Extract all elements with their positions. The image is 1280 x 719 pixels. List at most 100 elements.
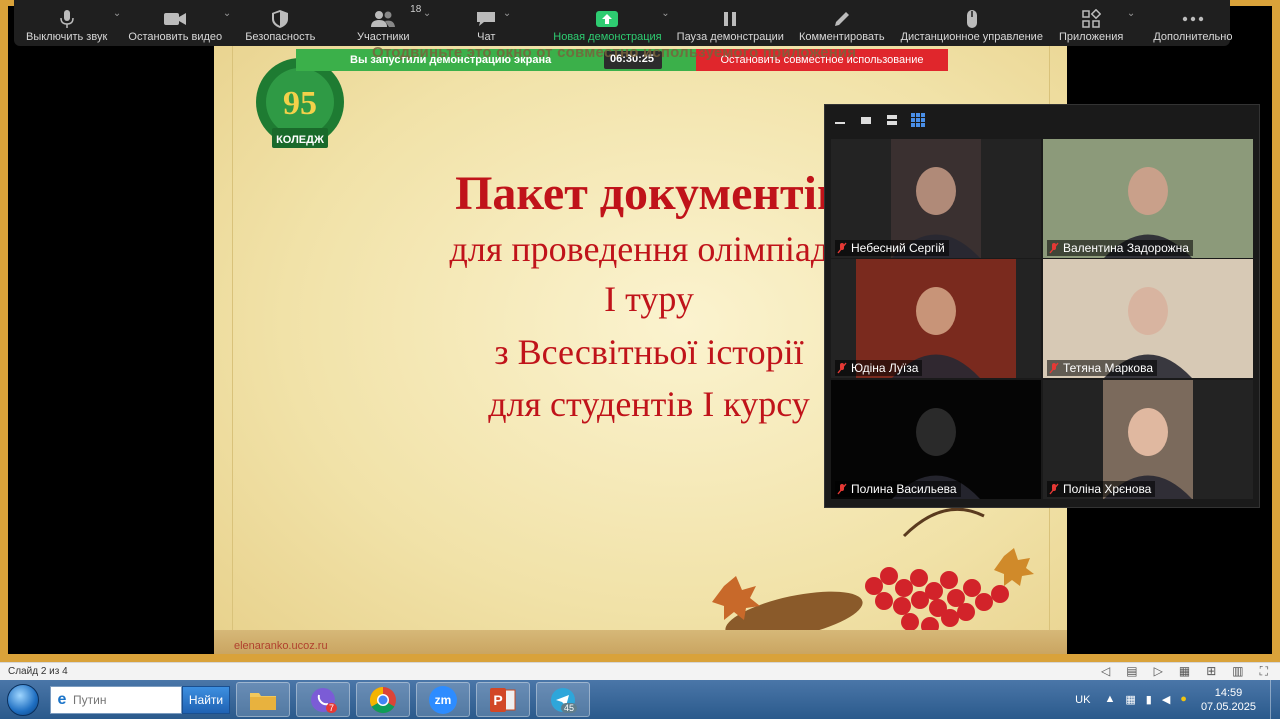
stop-video-label: Остановить видео — [128, 31, 223, 43]
annotate-button[interactable]: Комментировать — [799, 0, 885, 46]
slideshow-icon[interactable]: ⛶ — [1260, 664, 1268, 679]
security-label: Безопасность — [245, 31, 316, 43]
clock-time: 14:59 — [1214, 686, 1243, 699]
strip-view-icon[interactable] — [885, 114, 899, 126]
participants-options-icon[interactable]: ⌄ — [423, 8, 431, 19]
zoom-meeting-toolbar: Выключить звук ⌄ Остановить видео ⌄ Безо… — [14, 0, 1232, 46]
search-input[interactable] — [73, 692, 177, 707]
notification-icon[interactable]: ● — [1180, 693, 1187, 706]
new-share-label: Новая демонстрация — [553, 31, 662, 43]
chrome-app[interactable] — [356, 682, 410, 717]
annotate-label: Комментировать — [798, 31, 885, 43]
participant-name-label: Валентина Задорожна — [1047, 240, 1193, 256]
participant-tile[interactable]: Тетяна Маркова — [1043, 259, 1253, 378]
more-label: Дополнительно — [1153, 31, 1233, 43]
show-hidden-icons-icon[interactable]: ▲ — [1104, 693, 1115, 706]
slide-url: elenaranko.ucoz.ru — [234, 640, 328, 652]
participant-tile[interactable]: Поліна Хрєнова — [1043, 380, 1253, 499]
telegram-app[interactable]: 45 — [536, 682, 590, 717]
gallery-controls — [825, 105, 1259, 135]
clock[interactable]: 14:59 07.05.2025 — [1201, 686, 1256, 714]
apps-options-icon[interactable]: ⌄ — [1127, 8, 1135, 19]
file-explorer-app[interactable] — [236, 682, 290, 717]
chat-label: Чат — [477, 31, 496, 43]
participant-tile[interactable]: Юдіна Луїза — [831, 259, 1041, 378]
system-tray: UK ▲ ▦ ▮ ◀ ● 14:59 07.05.2025 — [1075, 680, 1280, 719]
view-buttons: ◁ ▤ ▷ ▦ ⊞ ▥ ⛶ — [1101, 664, 1268, 679]
prev-slide-icon[interactable]: ◁ — [1101, 664, 1110, 679]
pause-share-label: Пауза демонстрации — [676, 31, 784, 43]
participant-name: Небесний Сергій — [851, 241, 945, 255]
more-button[interactable]: Дополнительно — [1153, 0, 1232, 46]
viber-app[interactable]: 7 — [296, 682, 350, 717]
volume-icon[interactable]: ◀ — [1162, 693, 1170, 706]
speaker-view-icon[interactable] — [859, 114, 873, 126]
mute-options-icon[interactable]: ⌄ — [113, 8, 121, 19]
chrome-icon — [369, 686, 396, 713]
telegram-badge: 45 — [560, 703, 577, 713]
svg-text:P: P — [493, 692, 502, 708]
participant-name: Тетяна Маркова — [1063, 361, 1154, 375]
apps-button[interactable]: Приложения ⌄ — [1059, 0, 1135, 46]
slide-sorter-icon[interactable]: ⊞ — [1206, 664, 1216, 679]
reading-view-icon[interactable]: ▥ — [1232, 664, 1243, 679]
participant-name: Юдіна Луїза — [851, 361, 919, 375]
powerpoint-status-bar: Слайд 2 из 4 ◁ ▤ ▷ ▦ ⊞ ▥ ⛶ — [0, 662, 1280, 680]
notes-icon[interactable]: ▤ — [1126, 664, 1137, 679]
participant-name-label: Небесний Сергій — [835, 240, 949, 256]
normal-view-icon[interactable]: ▦ — [1179, 664, 1190, 679]
signal-icon[interactable]: ▮ — [1146, 693, 1152, 706]
muted-mic-icon — [1049, 242, 1059, 254]
show-desktop-button[interactable] — [1270, 680, 1280, 719]
pause-share-button[interactable]: Пауза демонстрации — [677, 0, 784, 46]
screen: 95 КОЛЕДЖ Пакет документів для проведенн… — [0, 0, 1280, 719]
chat-options-icon[interactable]: ⌄ — [503, 8, 511, 19]
participant-tile[interactable]: Полина Васильева — [831, 380, 1041, 499]
microphone-icon — [59, 7, 74, 31]
language-indicator[interactable]: UK — [1075, 694, 1090, 706]
slide-number: Слайд 2 из 4 — [8, 666, 68, 677]
chat-bubble-icon — [475, 7, 497, 31]
powerpoint-icon: P — [490, 687, 516, 712]
more-dots-icon — [1182, 7, 1204, 31]
participants-count: 18 — [410, 4, 422, 15]
tray-icons: ▲ ▦ ▮ ◀ ● — [1104, 693, 1186, 706]
participants-button[interactable]: Участники 18 ⌄ — [356, 0, 431, 46]
muted-mic-icon — [1049, 362, 1059, 374]
muted-mic-icon — [1049, 483, 1059, 495]
start-button[interactable] — [0, 680, 46, 719]
slide-bottom-strip — [214, 630, 1067, 662]
remote-control-label: Дистанционное управление — [900, 31, 1043, 43]
minimize-icon[interactable] — [833, 114, 847, 126]
security-button[interactable]: Безопасность — [245, 0, 315, 46]
gallery-view-icon[interactable] — [911, 113, 925, 127]
viber-badge: 7 — [325, 703, 337, 713]
logo-text: КОЛЕДЖ — [276, 134, 324, 146]
chat-button[interactable]: Чат ⌄ — [475, 0, 511, 46]
stop-video-button[interactable]: Остановить видео ⌄ — [128, 0, 231, 46]
remote-control-button[interactable]: Дистанционное управление — [901, 0, 1043, 46]
participant-tile[interactable]: Небесний Сергій — [831, 139, 1041, 258]
participants-gallery[interactable]: Небесний Сергій Валентина Задорожна Юдіна … — [824, 104, 1260, 508]
new-share-button[interactable]: Новая демонстрация ⌄ — [553, 0, 669, 46]
find-button[interactable]: Найти — [182, 685, 230, 714]
powerpoint-app[interactable]: P — [476, 682, 530, 717]
network-icon[interactable]: ▦ — [1125, 693, 1135, 706]
zoom-app[interactable]: zm — [416, 682, 470, 717]
participant-tile[interactable]: Валентина Задорожна — [1043, 139, 1253, 258]
next-slide-icon[interactable]: ▷ — [1154, 664, 1163, 679]
participant-name-label: Тетяна Маркова — [1047, 360, 1158, 376]
video-options-icon[interactable]: ⌄ — [223, 8, 231, 19]
search-box[interactable]: e — [50, 685, 182, 714]
folder-icon — [250, 692, 276, 710]
mute-button[interactable]: Выключить звук ⌄ — [26, 0, 121, 46]
zoom-icon: zm — [429, 685, 457, 714]
share-options-icon[interactable]: ⌄ — [661, 8, 669, 19]
mute-label: Выключить звук — [26, 31, 108, 43]
logo-number: 95 — [283, 85, 317, 122]
internet-explorer-icon: e — [57, 690, 67, 708]
pause-icon — [722, 7, 738, 31]
participant-name: Полина Васильева — [851, 482, 957, 496]
share-screen-icon — [595, 7, 619, 31]
participants-label: Участники — [356, 31, 410, 43]
